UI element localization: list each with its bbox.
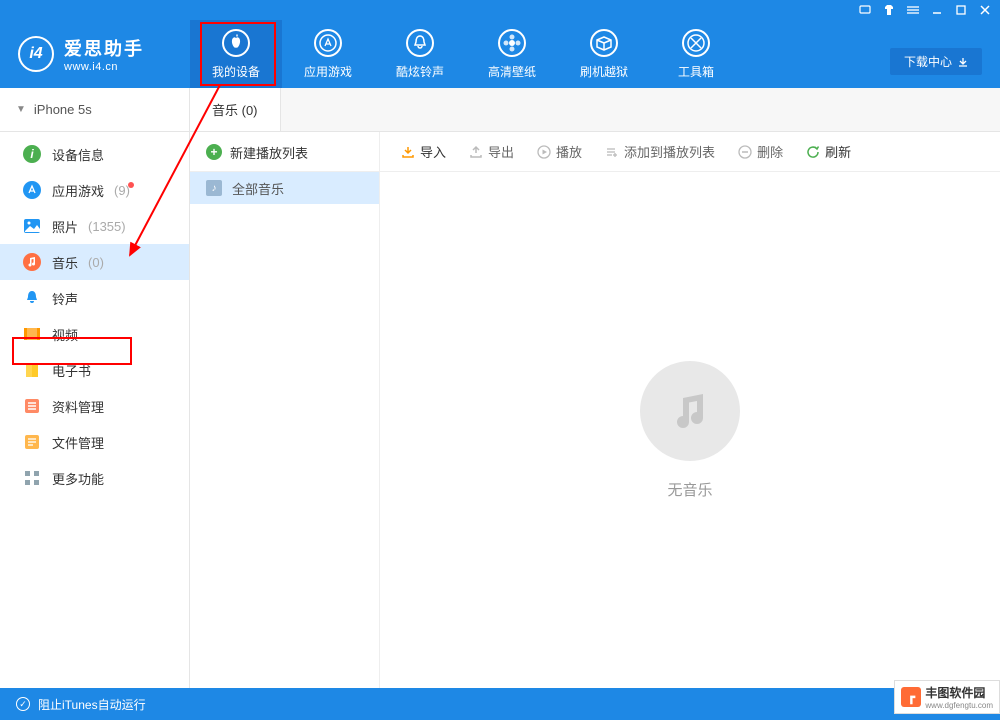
nav-appstore[interactable]: 应用游戏 [282, 20, 374, 88]
maximize-icon[interactable] [954, 3, 968, 17]
header: i4 爱思助手 www.i4.cn 我的设备应用游戏酷炫铃声高清壁纸刷机越狱工具… [0, 20, 1000, 88]
sidebar-item-photo[interactable]: 照片(1355) [0, 208, 189, 244]
wrench-icon [682, 29, 710, 57]
play-icon [536, 144, 551, 159]
music-list-icon: ♪ [206, 180, 222, 196]
empty-state: 无音乐 [380, 172, 1000, 688]
add-to-playlist-button[interactable]: 添加到播放列表 [604, 142, 715, 161]
bell-icon [22, 288, 42, 308]
nav-flower[interactable]: 高清壁纸 [466, 20, 558, 88]
photo-icon [22, 216, 42, 236]
minimize-icon[interactable] [930, 3, 944, 17]
flower-icon [498, 29, 526, 57]
plus-icon: + [206, 144, 222, 160]
refresh-icon [805, 144, 820, 159]
new-playlist-label: 新建播放列表 [230, 143, 308, 162]
device-name: iPhone 5s [34, 102, 92, 117]
toolbar: 导入 导出 播放 添加到播放列表 删除 [380, 132, 1000, 171]
titlebar [0, 0, 1000, 20]
book-icon [22, 360, 42, 380]
main: 音乐 (0) + 新建播放列表 导入 导出 [190, 88, 1000, 688]
list-add-icon [604, 144, 619, 159]
appstore-icon [22, 180, 42, 200]
play-button[interactable]: 播放 [536, 142, 582, 161]
tabbar: 音乐 (0) [190, 88, 1000, 132]
footer: ✓ 阻止iTunes自动运行 版本号 [0, 688, 1000, 720]
content-row: ♪ 全部音乐 无音乐 [190, 172, 1000, 688]
nav-apple[interactable]: 我的设备 [190, 20, 282, 88]
app-name: 爱思助手 [64, 35, 144, 61]
sidebar-item-file[interactable]: 文件管理 [0, 424, 189, 460]
refresh-button[interactable]: 刷新 [805, 142, 851, 161]
footer-itunes-toggle[interactable]: ✓ 阻止iTunes自动运行 [16, 696, 146, 713]
data-icon [22, 396, 42, 416]
logo[interactable]: i4 爱思助手 www.i4.cn [0, 35, 190, 73]
download-icon [958, 57, 968, 67]
sidebar-item-bell[interactable]: 铃声 [0, 280, 189, 316]
sidebar-item-data[interactable]: 资料管理 [0, 388, 189, 424]
notification-dot [128, 182, 134, 188]
nav-wrench[interactable]: 工具箱 [650, 20, 742, 88]
body: ▼ iPhone 5s i设备信息应用游戏(9)照片(1355)音乐(0)铃声视… [0, 88, 1000, 688]
skin-icon[interactable] [882, 3, 896, 17]
new-playlist-button[interactable]: + 新建播放列表 [190, 132, 379, 172]
menu-icon[interactable] [906, 3, 920, 17]
playlist-column-header: + 新建播放列表 [190, 132, 380, 171]
chat-icon[interactable] [858, 3, 872, 17]
import-button[interactable]: 导入 [400, 142, 446, 161]
sidebar-item-info[interactable]: i设备信息 [0, 136, 189, 172]
watermark-logo-icon: ┏ [901, 687, 921, 707]
music-icon [22, 252, 42, 272]
box-icon [590, 29, 618, 57]
footer-itunes-label: 阻止iTunes自动运行 [38, 696, 146, 713]
empty-label: 无音乐 [667, 479, 712, 500]
sidebar-item-music[interactable]: 音乐(0) [0, 244, 189, 280]
sidebar-item-grid[interactable]: 更多功能 [0, 460, 189, 496]
watermark-url: www.dgfengtu.com [925, 701, 993, 710]
download-center-button[interactable]: 下载中心 [890, 48, 982, 75]
device-selector[interactable]: ▼ iPhone 5s [0, 88, 189, 132]
export-icon [468, 144, 483, 159]
playlist-item-all[interactable]: ♪ 全部音乐 [190, 172, 379, 204]
sidebar-item-book[interactable]: 电子书 [0, 352, 189, 388]
main-nav: 我的设备应用游戏酷炫铃声高清壁纸刷机越狱工具箱 [190, 20, 742, 88]
file-icon [22, 432, 42, 452]
apple-icon [222, 29, 250, 57]
nav-box[interactable]: 刷机越狱 [558, 20, 650, 88]
video-icon [22, 324, 42, 344]
info-icon: i [22, 144, 42, 164]
chevron-down-icon: ▼ [16, 104, 26, 115]
delete-icon [737, 144, 752, 159]
tab-music[interactable]: 音乐 (0) [190, 87, 281, 131]
sidebar-list: i设备信息应用游戏(9)照片(1355)音乐(0)铃声视频电子书资料管理文件管理… [0, 132, 189, 496]
close-icon[interactable] [978, 3, 992, 17]
check-icon: ✓ [16, 697, 30, 711]
delete-button[interactable]: 删除 [737, 142, 783, 161]
watermark: ┏ 丰图软件园 www.dgfengtu.com [894, 680, 1000, 714]
empty-music-icon [640, 361, 740, 461]
watermark-name: 丰图软件园 [925, 684, 993, 701]
appstore-icon [314, 29, 342, 57]
toolbar-row: + 新建播放列表 导入 导出 播放 添加 [190, 132, 1000, 172]
tab-label: 音乐 (0) [212, 100, 258, 119]
playlist-list: ♪ 全部音乐 [190, 172, 380, 688]
playlist-all-label: 全部音乐 [232, 179, 284, 198]
bell-icon [406, 29, 434, 57]
sidebar: ▼ iPhone 5s i设备信息应用游戏(9)照片(1355)音乐(0)铃声视… [0, 88, 190, 688]
sidebar-item-appstore[interactable]: 应用游戏(9) [0, 172, 189, 208]
app-url: www.i4.cn [64, 61, 144, 73]
download-center-label: 下载中心 [904, 53, 952, 70]
export-button[interactable]: 导出 [468, 142, 514, 161]
import-icon [400, 144, 415, 159]
nav-bell[interactable]: 酷炫铃声 [374, 20, 466, 88]
sidebar-item-video[interactable]: 视频 [0, 316, 189, 352]
grid-icon [22, 468, 42, 488]
logo-badge-icon: i4 [18, 36, 54, 72]
